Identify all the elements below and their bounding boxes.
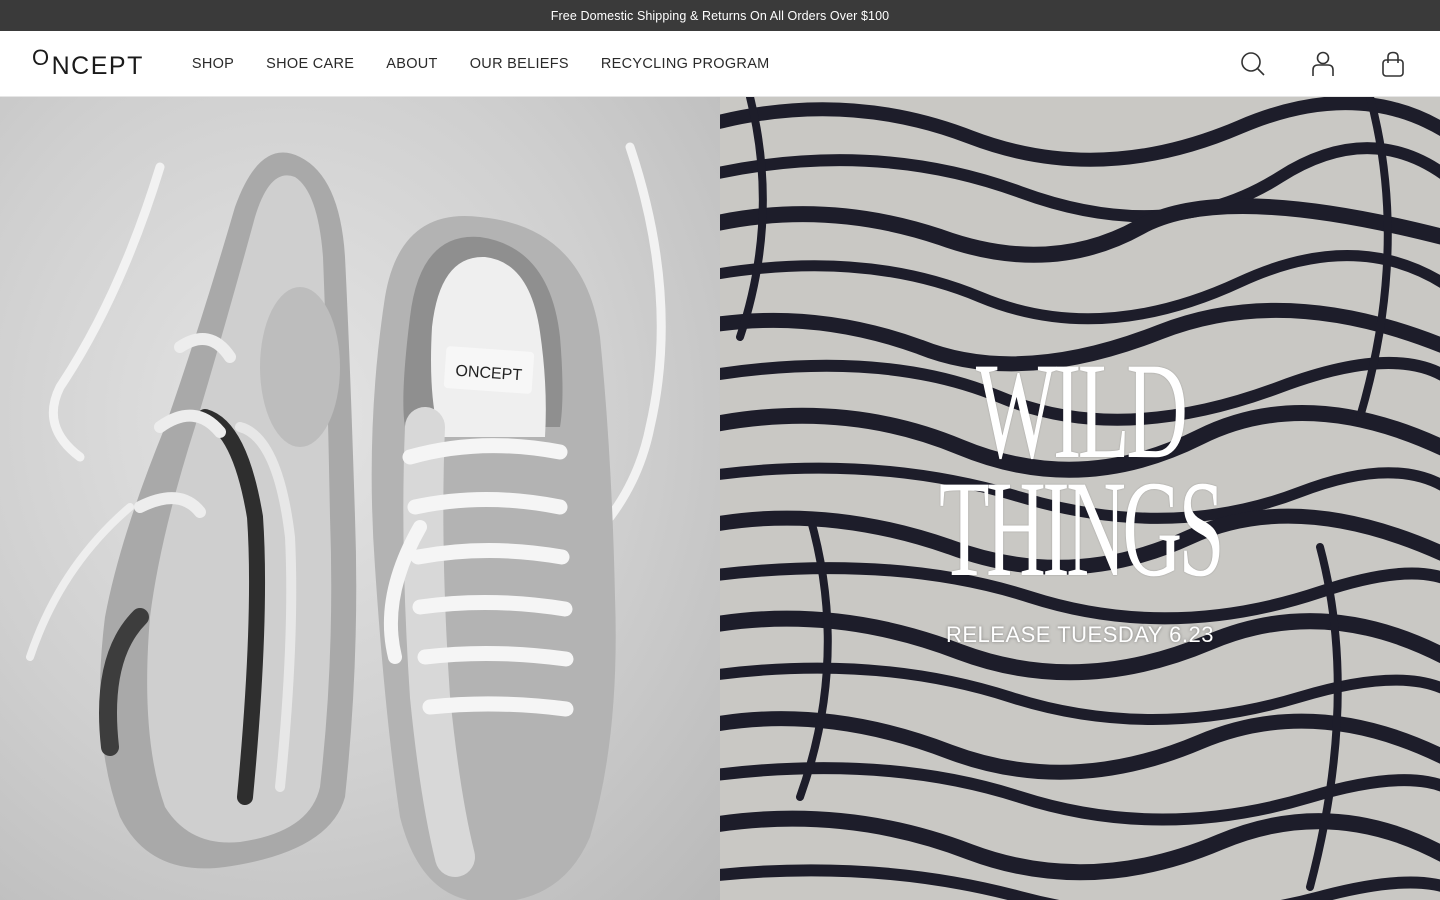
cart-icon[interactable]: [1380, 51, 1406, 77]
nav-about[interactable]: ABOUT: [386, 56, 437, 72]
hero-right-panel[interactable]: WILD THINGS RELEASE TUESDAY 6.23: [720, 97, 1440, 900]
announcement-text: Free Domestic Shipping & Returns On All …: [550, 8, 890, 23]
header-icons: [1240, 31, 1406, 97]
sneakers-image: ONCEPT: [26, 142, 666, 900]
site-header: O NCEPT SHOP SHOE CARE ABOUT OUR BELIEFS…: [0, 31, 1440, 97]
announcement-bar: Free Domestic Shipping & Returns On All …: [0, 0, 1440, 31]
logo-rest: NCEPT: [51, 51, 144, 80]
zebra-pattern: [720, 97, 1440, 900]
nav-shoe-care[interactable]: SHOE CARE: [266, 56, 354, 72]
brand-logo[interactable]: O NCEPT: [32, 44, 144, 81]
nav-recycling-program[interactable]: RECYCLING PROGRAM: [601, 56, 770, 72]
logo-initial: O: [32, 44, 51, 70]
hero: ONCEPT WILD THINGS RELEASE TUESDAY 6.23: [0, 97, 1440, 900]
nav-shop[interactable]: SHOP: [192, 56, 234, 72]
search-icon[interactable]: [1240, 51, 1266, 77]
account-icon[interactable]: [1310, 51, 1336, 77]
nav-our-beliefs[interactable]: OUR BELIEFS: [470, 56, 569, 72]
main-nav: SHOP SHOE CARE ABOUT OUR BELIEFS RECYCLI…: [192, 56, 770, 72]
hero-left-panel[interactable]: ONCEPT: [0, 97, 720, 900]
